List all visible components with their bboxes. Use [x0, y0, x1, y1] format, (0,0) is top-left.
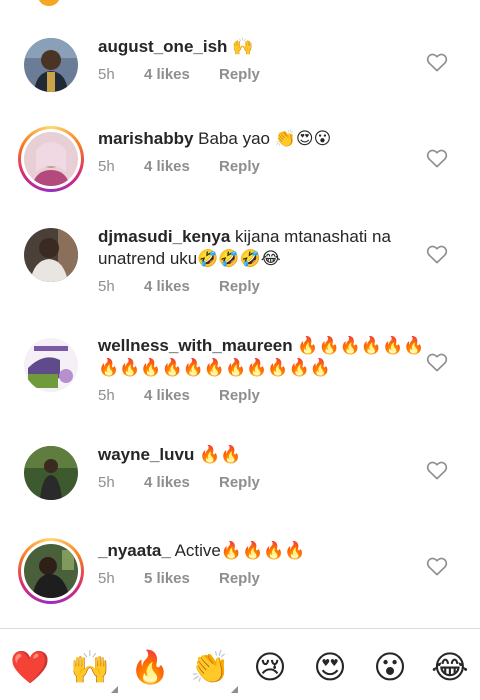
- reply-button[interactable]: Reply: [219, 570, 260, 587]
- comment-body: wellness_with_maureen 🔥🔥🔥🔥🔥🔥🔥🔥🔥🔥🔥🔥🔥🔥🔥🔥🔥 …: [98, 335, 428, 404]
- avatar-story-ring[interactable]: [18, 126, 84, 192]
- comment-time: 5h: [98, 278, 115, 295]
- comment-body: wayne_luvu 🔥🔥 5h 4 likes Reply: [98, 444, 418, 491]
- comment-body: august_one_ish 🙌 5h 4 likes Reply: [98, 36, 418, 83]
- reply-button[interactable]: Reply: [219, 278, 260, 295]
- comment-time: 5h: [98, 158, 115, 175]
- avatar-image: [24, 446, 78, 500]
- comment-likes[interactable]: 4 likes: [144, 278, 219, 295]
- avatar-image: [24, 544, 78, 598]
- avatar-image: [24, 38, 78, 92]
- comment-likes[interactable]: 4 likes: [144, 474, 219, 491]
- comment-body: djmasudi_kenya kijana mtanashati na unat…: [98, 226, 418, 295]
- reply-button[interactable]: Reply: [219, 387, 260, 404]
- emoji-fire-icon: 🔥: [130, 649, 170, 685]
- comment-time: 5h: [98, 66, 115, 83]
- avatar-story-ring[interactable]: [18, 538, 84, 604]
- emoji-raised-hands-button[interactable]: 🙌: [70, 647, 118, 693]
- comment-text: 🔥🔥: [199, 445, 242, 464]
- like-heart-icon[interactable]: [426, 148, 448, 168]
- emoji-laughing-button[interactable]: 😂: [430, 647, 470, 687]
- variant-indicator-icon: [231, 686, 238, 693]
- like-heart-icon[interactable]: [426, 244, 448, 264]
- emoji-raised-hands-icon: 🙌: [70, 649, 110, 685]
- comment-body: marishabby Baba yao 👏😍😮 5h 4 likes Reply: [98, 128, 418, 175]
- like-heart-icon[interactable]: [426, 352, 448, 372]
- reply-button[interactable]: Reply: [219, 158, 260, 175]
- comment-username[interactable]: _nyaata_: [98, 541, 171, 560]
- like-heart-icon[interactable]: [426, 556, 448, 576]
- emoji-crying-icon: 😢: [253, 649, 287, 685]
- comment-body: _nyaata_ Active🔥🔥🔥🔥 5h 5 likes Reply: [98, 540, 418, 587]
- avatar[interactable]: [24, 446, 78, 500]
- emoji-heart-icon: ❤️: [10, 649, 50, 685]
- emoji-heart-eyes-button[interactable]: 😍: [310, 647, 350, 687]
- reply-button[interactable]: Reply: [219, 474, 260, 491]
- emoji-laughing-icon: 😂: [431, 649, 469, 685]
- comment-text: Baba yao 👏😍😮: [198, 129, 332, 148]
- avatar[interactable]: [24, 228, 78, 282]
- comment-time: 5h: [98, 387, 115, 404]
- comment-time: 5h: [98, 570, 115, 587]
- emoji-reaction-bar: ❤️ 🙌 🔥 👏 😢 😍 😮 😂: [0, 628, 480, 700]
- comment-text: Active🔥🔥🔥🔥: [174, 541, 306, 560]
- emoji-heart-eyes-icon: 😍: [313, 649, 347, 685]
- avatar-image: [24, 338, 78, 392]
- comment-likes[interactable]: 4 likes: [144, 66, 219, 83]
- avatar-image: [24, 228, 78, 282]
- emoji-clap-button[interactable]: 👏: [190, 647, 238, 693]
- emoji-crying-button[interactable]: 😢: [250, 647, 290, 687]
- reply-button[interactable]: Reply: [219, 66, 260, 83]
- comment-username[interactable]: wayne_luvu: [98, 445, 194, 464]
- emoji-surprised-icon: 😮: [373, 649, 407, 685]
- emoji-surprised-button[interactable]: 😮: [370, 647, 410, 687]
- comment-likes[interactable]: 5 likes: [144, 570, 219, 587]
- comment-likes[interactable]: 4 likes: [144, 387, 219, 404]
- emoji-heart-button[interactable]: ❤️: [10, 647, 50, 687]
- comment-text: 🙌: [232, 37, 254, 56]
- emoji-fire-button[interactable]: 🔥: [130, 647, 170, 687]
- avatar[interactable]: [24, 38, 78, 92]
- like-heart-icon[interactable]: [426, 460, 448, 480]
- avatar-image: [24, 132, 78, 186]
- emoji-clap-icon: 👏: [190, 649, 230, 685]
- comment-time: 5h: [98, 474, 115, 491]
- comments-list: august_one_ish 🙌 5h 4 likes Reply marish…: [0, 0, 480, 628]
- comment-likes[interactable]: 4 likes: [144, 158, 219, 175]
- avatar[interactable]: [24, 338, 78, 392]
- comment-username[interactable]: august_one_ish: [98, 37, 227, 56]
- like-heart-icon[interactable]: [426, 52, 448, 72]
- comment-username[interactable]: wellness_with_maureen: [98, 336, 293, 355]
- comment-username[interactable]: marishabby: [98, 129, 193, 148]
- comment-username[interactable]: djmasudi_kenya: [98, 227, 230, 246]
- variant-indicator-icon: [111, 686, 118, 693]
